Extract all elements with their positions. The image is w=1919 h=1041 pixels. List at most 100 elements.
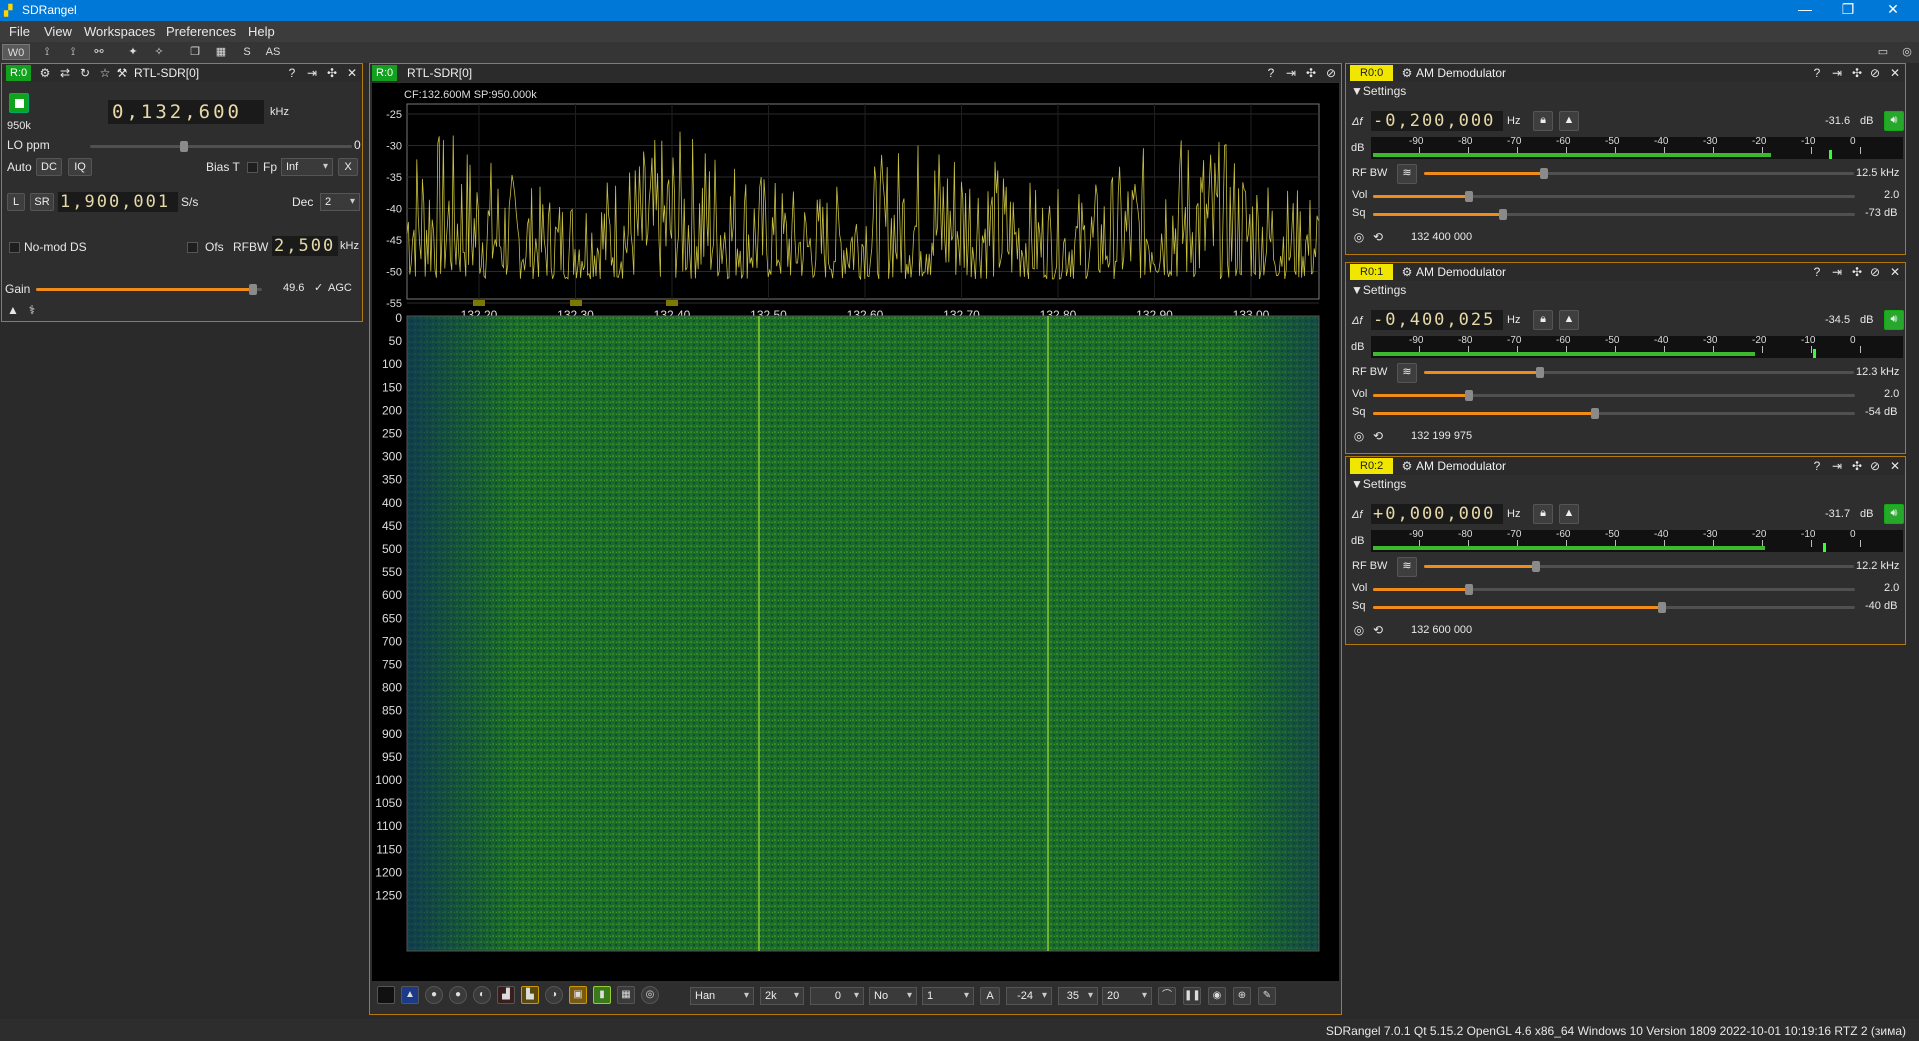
- add-tx-device-icon[interactable]: ⟟: [64, 44, 82, 60]
- freeze-pause-icon[interactable]: ❚❚: [1183, 987, 1201, 1005]
- hide-all-icon[interactable]: ◎: [1898, 44, 1916, 60]
- lock-icon[interactable]: 🔒︎: [1533, 111, 1553, 131]
- menu-view[interactable]: View: [44, 24, 72, 39]
- channel-marker[interactable]: [570, 300, 582, 306]
- gain-slider[interactable]: [36, 284, 262, 295]
- spectrum-help-icon[interactable]: ?: [1263, 65, 1279, 81]
- lock-icon[interactable]: 🔒︎: [1533, 504, 1553, 524]
- rf-filter-icon[interactable]: ≋: [1397, 363, 1417, 383]
- channel-close-icon[interactable]: ✕: [1887, 264, 1903, 280]
- lo-ppm-knob[interactable]: [180, 141, 188, 152]
- maximize-icon[interactable]: ✣: [324, 65, 340, 81]
- rf-bw-slider[interactable]: [1424, 561, 1854, 572]
- channel-help-icon[interactable]: ?: [1809, 65, 1825, 81]
- gradient-icon[interactable]: ▮: [593, 986, 611, 1004]
- stack-button[interactable]: S: [238, 44, 256, 60]
- volume-knob[interactable]: [1465, 584, 1473, 595]
- channel-marker[interactable]: [473, 300, 485, 306]
- offset-tuning-checkbox[interactable]: [187, 242, 198, 253]
- change-device-icon[interactable]: ⇄: [57, 65, 73, 81]
- tile-windows-icon[interactable]: ▦: [212, 44, 230, 60]
- channel-link-icon[interactable]: ⟲: [1370, 622, 1386, 638]
- rf-bw-slider[interactable]: [1424, 168, 1854, 179]
- waterfall-only-icon[interactable]: ▟: [497, 986, 515, 1004]
- channel-marker-icon[interactable]: ◎: [1351, 428, 1367, 444]
- menu-help[interactable]: Help: [248, 24, 275, 39]
- iq-correction-button[interactable]: IQ: [68, 158, 92, 176]
- rf-filter-icon[interactable]: ≋: [1397, 557, 1417, 577]
- rf-bandwidth-dial[interactable]: 2,500: [272, 236, 338, 256]
- gain-knob[interactable]: [248, 284, 257, 295]
- max-hold-icon[interactable]: ●: [425, 986, 443, 1004]
- reload-icon[interactable]: ↻: [77, 65, 93, 81]
- channel-marker-icon[interactable]: ◎: [1351, 229, 1367, 245]
- spectrum-move-icon[interactable]: ⇥: [1283, 65, 1299, 81]
- decimation-select[interactable]: 2: [320, 193, 360, 211]
- up-arrow-icon[interactable]: ▲: [1559, 111, 1579, 131]
- rf-bw-slider[interactable]: [1424, 367, 1854, 378]
- fft-size-select[interactable]: 2k: [760, 987, 804, 1005]
- presets-star-icon[interactable]: ☆: [97, 65, 113, 81]
- sample-rate-mode-button[interactable]: SR: [30, 193, 54, 211]
- channel-settings-gear-icon[interactable]: ⚙: [1399, 458, 1415, 474]
- delta-frequency-dial[interactable]: -0,200,000: [1371, 111, 1503, 131]
- squelch-knob[interactable]: [1499, 209, 1507, 220]
- agc-check-icon[interactable]: ✓: [314, 281, 323, 294]
- rf-bw-knob[interactable]: [1532, 561, 1540, 572]
- dock-icon[interactable]: ▭: [1874, 44, 1892, 60]
- up-arrow-icon[interactable]: ▲: [1559, 310, 1579, 330]
- channel-settings-gear-icon[interactable]: ⚙: [1399, 65, 1415, 81]
- spectrum-hide-icon[interactable]: ⊘: [1323, 65, 1339, 81]
- lock-icon[interactable]: 🔒︎: [1533, 310, 1553, 330]
- add-mimo-device-icon[interactable]: ⚯: [90, 44, 108, 60]
- channel-marker[interactable]: [666, 300, 678, 306]
- histogram-icon[interactable]: ▙: [521, 986, 539, 1004]
- channel-close-icon[interactable]: ✕: [1887, 458, 1903, 474]
- channel-maximize-icon[interactable]: ✣: [1849, 65, 1865, 81]
- waterfall-icon[interactable]: ▣: [569, 986, 587, 1004]
- add-feature-icon[interactable]: ✦: [124, 44, 142, 60]
- move-to-workspace-icon[interactable]: ⇥: [304, 65, 320, 81]
- collapse-arrow-icon[interactable]: ▲: [5, 302, 21, 318]
- channel-link-icon[interactable]: ⟲: [1370, 229, 1386, 245]
- reference-level-spinbox[interactable]: -24: [1006, 987, 1052, 1005]
- close-window-button[interactable]: ✕: [1873, 0, 1913, 21]
- squelch-slider[interactable]: [1373, 408, 1855, 419]
- workspace-button[interactable]: W0: [2, 44, 30, 60]
- channel-settings-gear-icon[interactable]: ⚙: [1399, 264, 1415, 280]
- averaging-select[interactable]: 1: [922, 987, 974, 1005]
- spectrum-display[interactable]: CF:132.600M SP:950.000k -25 -30 -35 -40 -45-…: [372, 83, 1339, 981]
- auto-stack-button[interactable]: AS: [262, 44, 284, 60]
- center-frequency-dial[interactable]: 0,132,600: [108, 100, 264, 124]
- up-arrow-icon[interactable]: ▲: [1559, 504, 1579, 524]
- channel-hide-icon[interactable]: ⊘: [1867, 65, 1883, 81]
- volume-slider[interactable]: [1373, 390, 1855, 401]
- volume-knob[interactable]: [1465, 390, 1473, 401]
- squelch-knob[interactable]: [1658, 602, 1666, 613]
- cascade-windows-icon[interactable]: ❐: [186, 44, 204, 60]
- bias-t-checkbox[interactable]: [247, 162, 258, 173]
- low-latency-button[interactable]: L: [7, 193, 25, 211]
- channel-link-icon[interactable]: ⟲: [1370, 428, 1386, 444]
- channel-help-icon[interactable]: ?: [1809, 458, 1825, 474]
- menu-workspaces[interactable]: Workspaces: [84, 24, 155, 39]
- range-spinbox[interactable]: 35: [1058, 987, 1098, 1005]
- settings-gear-icon[interactable]: ⚙: [37, 65, 53, 81]
- delta-frequency-dial[interactable]: -0,400,025: [1371, 310, 1503, 330]
- grid-intensity-icon[interactable]: ◎: [641, 986, 659, 1004]
- spectrum-maximize-icon[interactable]: ✣: [1303, 65, 1319, 81]
- stroke-icon[interactable]: ◑: [545, 986, 563, 1004]
- crosshair-icon[interactable]: ⊕: [1233, 987, 1251, 1005]
- device-tools-icon[interactable]: ⚒: [114, 65, 130, 81]
- help-icon[interactable]: ?: [284, 65, 300, 81]
- color-black-icon[interactable]: [377, 986, 395, 1004]
- fp-select[interactable]: Inf: [281, 158, 333, 176]
- channel-maximize-icon[interactable]: ✣: [1849, 458, 1865, 474]
- channel-hide-icon[interactable]: ⊘: [1867, 264, 1883, 280]
- menu-file[interactable]: File: [9, 24, 30, 39]
- auto-scale-button[interactable]: A: [980, 987, 1000, 1005]
- rf-filter-icon[interactable]: ≋: [1397, 164, 1417, 184]
- no-mod-ds-checkbox[interactable]: [9, 242, 20, 253]
- averaging-mode-select[interactable]: No: [869, 987, 917, 1005]
- channel-maximize-icon[interactable]: ✣: [1849, 264, 1865, 280]
